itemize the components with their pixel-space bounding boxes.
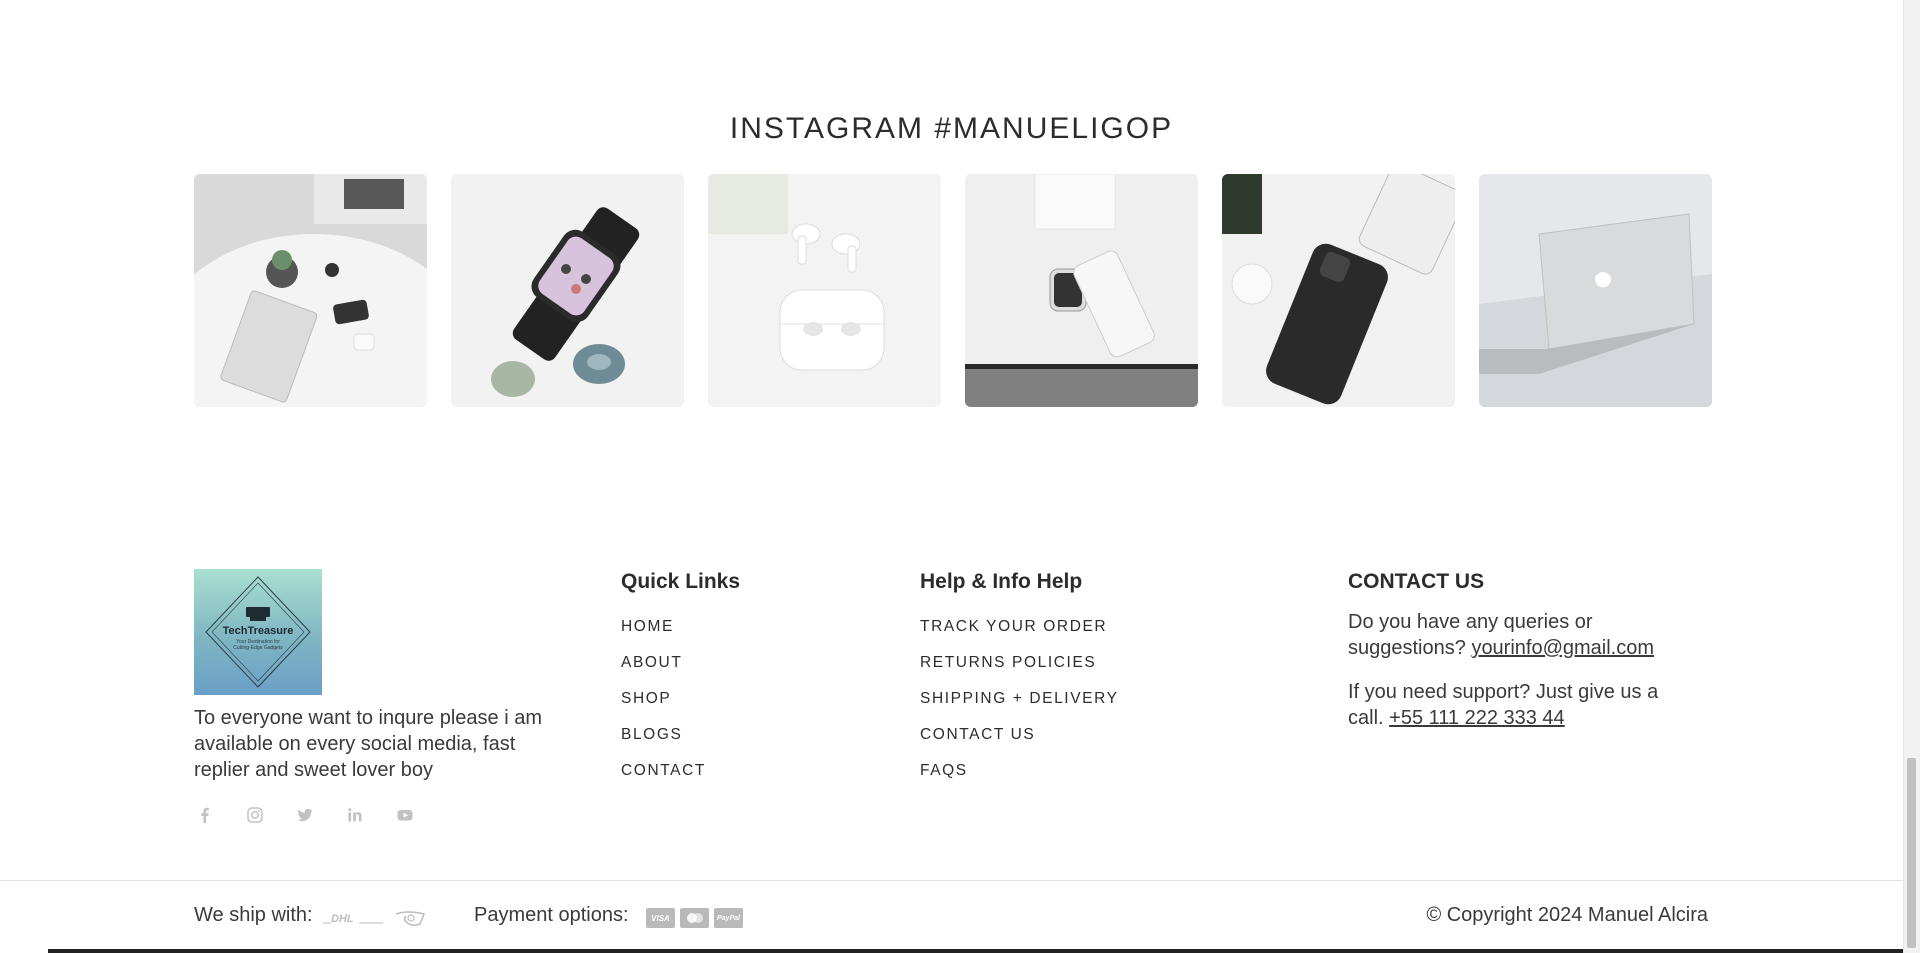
quick-link-shop[interactable]: SHOP (621, 689, 706, 725)
contact-phone-link[interactable]: +55 111 222 333 44 (1389, 707, 1565, 729)
contact-title: CONTACT US (1348, 570, 1485, 593)
help-link-faqs[interactable]: FAQS (920, 761, 1119, 797)
social-links (196, 806, 414, 824)
instagram-title: INSTAGRAM #MANUELIGOP (729, 112, 1174, 145)
quick-link-contact[interactable]: CONTACT (621, 761, 706, 797)
quick-links-title: Quick Links (621, 570, 741, 593)
page-content: INSTAGRAM #MANUELIGOP TechTreasure Your … (0, 0, 1903, 953)
quick-links-list: HOME ABOUT SHOP BLOGS CONTACT (621, 617, 706, 797)
ipad-desk-photo (194, 174, 427, 407)
logo-tagline: Your Destination for Cutting-Edge Gadget… (194, 639, 322, 651)
quick-link-home[interactable]: HOME (621, 617, 706, 653)
quick-link-about[interactable]: ABOUT (621, 653, 706, 689)
quick-link-blogs[interactable]: BLOGS (621, 725, 706, 761)
dhl-logo-icon: DHL (323, 913, 383, 925)
help-info-title: Help & Info Help (920, 570, 1083, 593)
shipping-logos: DHL (323, 908, 427, 928)
footer-about-text: To everyone want to inqure please i am a… (194, 707, 542, 781)
instagram-tile-airpods[interactable] (708, 174, 941, 407)
airpods-photo (708, 174, 941, 407)
logo-tagline-line2: Cutting-Edge Gadgets (233, 645, 283, 651)
copyright-text: © Copyright 2024 Manuel Alcira (1426, 904, 1708, 926)
smartwatch-photo (451, 174, 684, 407)
payment-logos: VISA PayPal (646, 908, 743, 928)
paypal-icon: PayPal (714, 908, 743, 928)
twitter-icon[interactable] (296, 806, 314, 824)
scrollbar-thumb[interactable] (1907, 758, 1916, 948)
footer-logo[interactable]: TechTreasure Your Destination for Cuttin… (194, 569, 322, 695)
mastercard-icon (680, 908, 709, 928)
instagram-tile-iphone[interactable] (1222, 174, 1455, 407)
iphone-photo (1222, 174, 1455, 407)
linkedin-icon[interactable] (346, 806, 364, 824)
instagram-tile-watch-phone[interactable] (965, 174, 1198, 407)
logo-name: TechTreasure (222, 625, 294, 637)
instagram-tile-ipad-desk[interactable] (194, 174, 427, 407)
watch-phone-photo (965, 174, 1198, 407)
svg-text:DHL: DHL (331, 913, 354, 925)
help-link-returns[interactable]: RETURNS POLICIES (920, 653, 1119, 689)
contact-query-text: Do you have any queries or suggestions? … (1348, 609, 1688, 661)
payment-options-label: Payment options: (474, 904, 629, 926)
help-link-shipping[interactable]: SHIPPING + DELIVERY (920, 689, 1119, 725)
ship-with-label: We ship with: (194, 904, 313, 926)
instagram-grid (194, 174, 1712, 407)
instagram-icon[interactable] (246, 806, 264, 824)
contact-email-link[interactable]: yourinfo@gmail.com (1471, 637, 1654, 659)
youtube-icon[interactable] (396, 806, 414, 824)
bottom-edge-bar (48, 949, 1903, 953)
instagram-tile-smartwatch[interactable] (451, 174, 684, 407)
visa-icon: VISA (646, 908, 675, 928)
help-info-list: TRACK YOUR ORDER RETURNS POLICIES SHIPPI… (920, 617, 1119, 797)
footer-divider (0, 880, 1903, 881)
macbook-photo (1479, 174, 1712, 407)
help-link-contact-us[interactable]: CONTACT US (920, 725, 1119, 761)
contact-support-text: If you need support? Just give us a call… (1348, 679, 1688, 731)
facebook-icon[interactable] (196, 806, 214, 824)
vertical-scrollbar[interactable] (1903, 0, 1920, 953)
help-link-track-order[interactable]: TRACK YOUR ORDER (920, 617, 1119, 653)
post-horn-icon (395, 911, 426, 926)
instagram-tile-macbook[interactable] (1479, 174, 1712, 407)
